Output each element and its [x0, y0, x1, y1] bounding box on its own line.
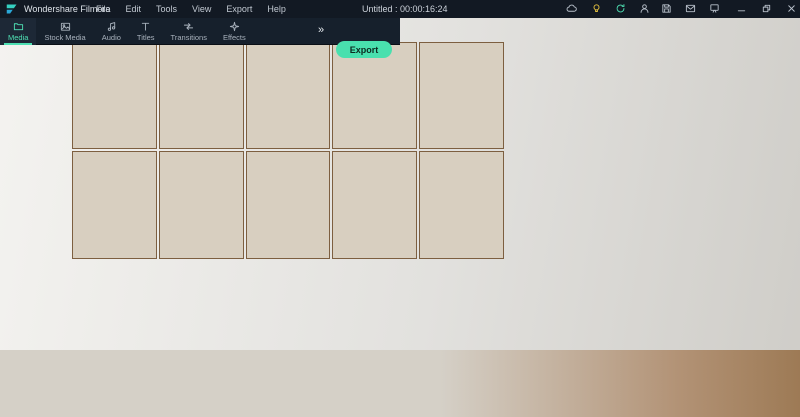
more-tabs-chevron[interactable]: » — [318, 24, 324, 36]
tab-label: Effects — [222, 33, 246, 42]
user-icon[interactable] — [639, 3, 650, 14]
menu-export[interactable]: Export — [226, 4, 252, 14]
tab-label: Stock Media — [44, 33, 86, 42]
bulb-icon[interactable] — [591, 3, 602, 14]
room-thumbnail — [0, 0, 800, 417]
close-icon[interactable] — [786, 3, 797, 14]
menu-view[interactable]: View — [192, 4, 211, 14]
project-title: Untitled : 00:00:16:24 — [362, 4, 448, 14]
export-button[interactable]: Export — [336, 41, 392, 58]
tab-label: Transitions — [170, 33, 207, 42]
image-icon — [60, 21, 71, 32]
sync-icon[interactable] — [615, 3, 626, 14]
menu-bar: File Edit Tools View Export Help — [96, 0, 286, 18]
cloud-icon[interactable] — [566, 3, 577, 14]
effects-icon — [229, 21, 240, 32]
menu-tools[interactable]: Tools — [156, 4, 177, 14]
menu-file[interactable]: File — [96, 4, 111, 14]
panel-tab-bar: Media Stock Media Audio Titles Transitions Ef… — [0, 18, 400, 58]
folder-icon — [13, 21, 24, 32]
note-icon — [106, 21, 117, 32]
minimize-icon[interactable] — [736, 3, 747, 14]
timeline: 00:00:0000:00:02:0000:00:04:0000:00:06:0… — [0, 0, 800, 417]
tab-stock-media[interactable]: Stock Media — [36, 18, 93, 45]
restore-icon[interactable] — [761, 3, 772, 14]
tab-label: Titles — [136, 33, 155, 42]
tab-media[interactable]: Media — [0, 18, 37, 45]
menu-edit[interactable]: Edit — [126, 4, 142, 14]
menu-help[interactable]: Help — [267, 4, 286, 14]
tab-audio[interactable]: Audio — [94, 18, 129, 45]
transitions-icon — [183, 21, 194, 32]
timeline-clip-empty-shot[interactable]: ▶Empty shot — [0, 0, 800, 417]
titles-icon — [140, 21, 151, 32]
tab-titles[interactable]: Titles — [129, 18, 163, 45]
title-bar: Wondershare Filmora File Edit Tools View Exp… — [0, 0, 800, 18]
device-icon[interactable] — [709, 3, 720, 14]
filmora-app: Wondershare Filmora File Edit Tools View Exp… — [0, 0, 800, 417]
tab-label: Media — [8, 33, 29, 42]
tab-label: Audio — [101, 33, 121, 42]
save-icon[interactable] — [661, 3, 672, 14]
tab-transitions[interactable]: Transitions — [163, 18, 215, 45]
tab-effects[interactable]: Effects — [215, 18, 254, 45]
mail-icon[interactable] — [685, 3, 696, 14]
filmora-logo-icon — [6, 3, 18, 15]
